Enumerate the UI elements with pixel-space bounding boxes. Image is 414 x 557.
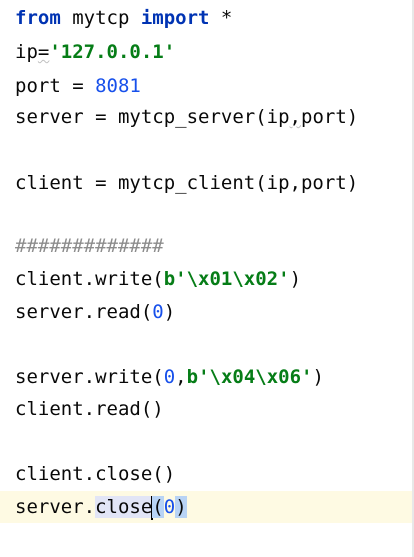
server-write-call: server.write( <box>15 366 164 388</box>
module-name: mytcp <box>60 7 141 29</box>
port-number: 8081 <box>95 75 141 97</box>
server-object: server. <box>15 496 96 518</box>
code-line-4[interactable]: server = mytcp_server(ip,port) <box>0 101 414 133</box>
number-literal: 0 <box>152 301 164 323</box>
number-literal: 0 <box>163 366 176 388</box>
ip-string: '127.0.0.1' <box>49 41 176 63</box>
code-line-5[interactable]: client = mytcp_client(ip,port) <box>0 167 414 199</box>
code-line-12-current[interactable]: server.close(0) <box>0 491 414 523</box>
matched-paren-close: ) <box>175 496 187 518</box>
server-read-call: server.read( <box>15 301 153 323</box>
bytes-literal: b'\x04\x06' <box>186 366 313 388</box>
client-assignment: client = mytcp_client(ip,port) <box>15 172 359 194</box>
argument-comma: , <box>289 106 301 128</box>
paren-close: ) <box>289 268 302 290</box>
code-line-2[interactable]: ip='127.0.0.1' <box>0 36 414 68</box>
code-line-9[interactable]: server.write(0,b'\x04\x06') <box>0 361 414 393</box>
keyword-from: from <box>15 7 61 29</box>
code-editor[interactable]: from mytcp import * ip='127.0.0.1' port … <box>0 0 414 557</box>
comment-separator: ############# <box>15 235 164 257</box>
assign-operator: = <box>37 41 50 63</box>
code-line-3[interactable]: port = 8081 <box>0 70 414 102</box>
code-line-1[interactable]: from mytcp import * <box>0 2 414 34</box>
server-assignment-rest: port) <box>301 106 359 128</box>
import-star: * <box>209 7 233 29</box>
code-line-10[interactable]: client.read() <box>0 393 414 425</box>
client-write-call: client.write( <box>15 268 164 290</box>
variable-port: port = <box>15 75 96 97</box>
matched-paren-open: ( <box>152 496 164 518</box>
code-line-11[interactable]: client.close() <box>0 458 414 490</box>
keyword-import: import <box>140 7 210 29</box>
number-literal: 0 <box>163 496 176 518</box>
code-line-8[interactable]: server.read(0) <box>0 296 414 328</box>
code-line-7[interactable]: client.write(b'\x01\x02') <box>0 263 414 295</box>
paren-close: ) <box>163 301 176 323</box>
argument-comma: , <box>175 366 187 388</box>
variable-ip: ip <box>15 41 38 63</box>
bytes-literal: b'\x01\x02' <box>163 268 290 290</box>
client-read-call: client.read() <box>15 398 164 420</box>
paren-close: ) <box>312 366 324 388</box>
close-method-highlight: close <box>95 496 153 518</box>
client-close-call: client.close() <box>15 463 176 485</box>
code-line-6[interactable]: ############# <box>0 230 414 262</box>
server-assignment: server = mytcp_server(ip <box>15 106 290 128</box>
